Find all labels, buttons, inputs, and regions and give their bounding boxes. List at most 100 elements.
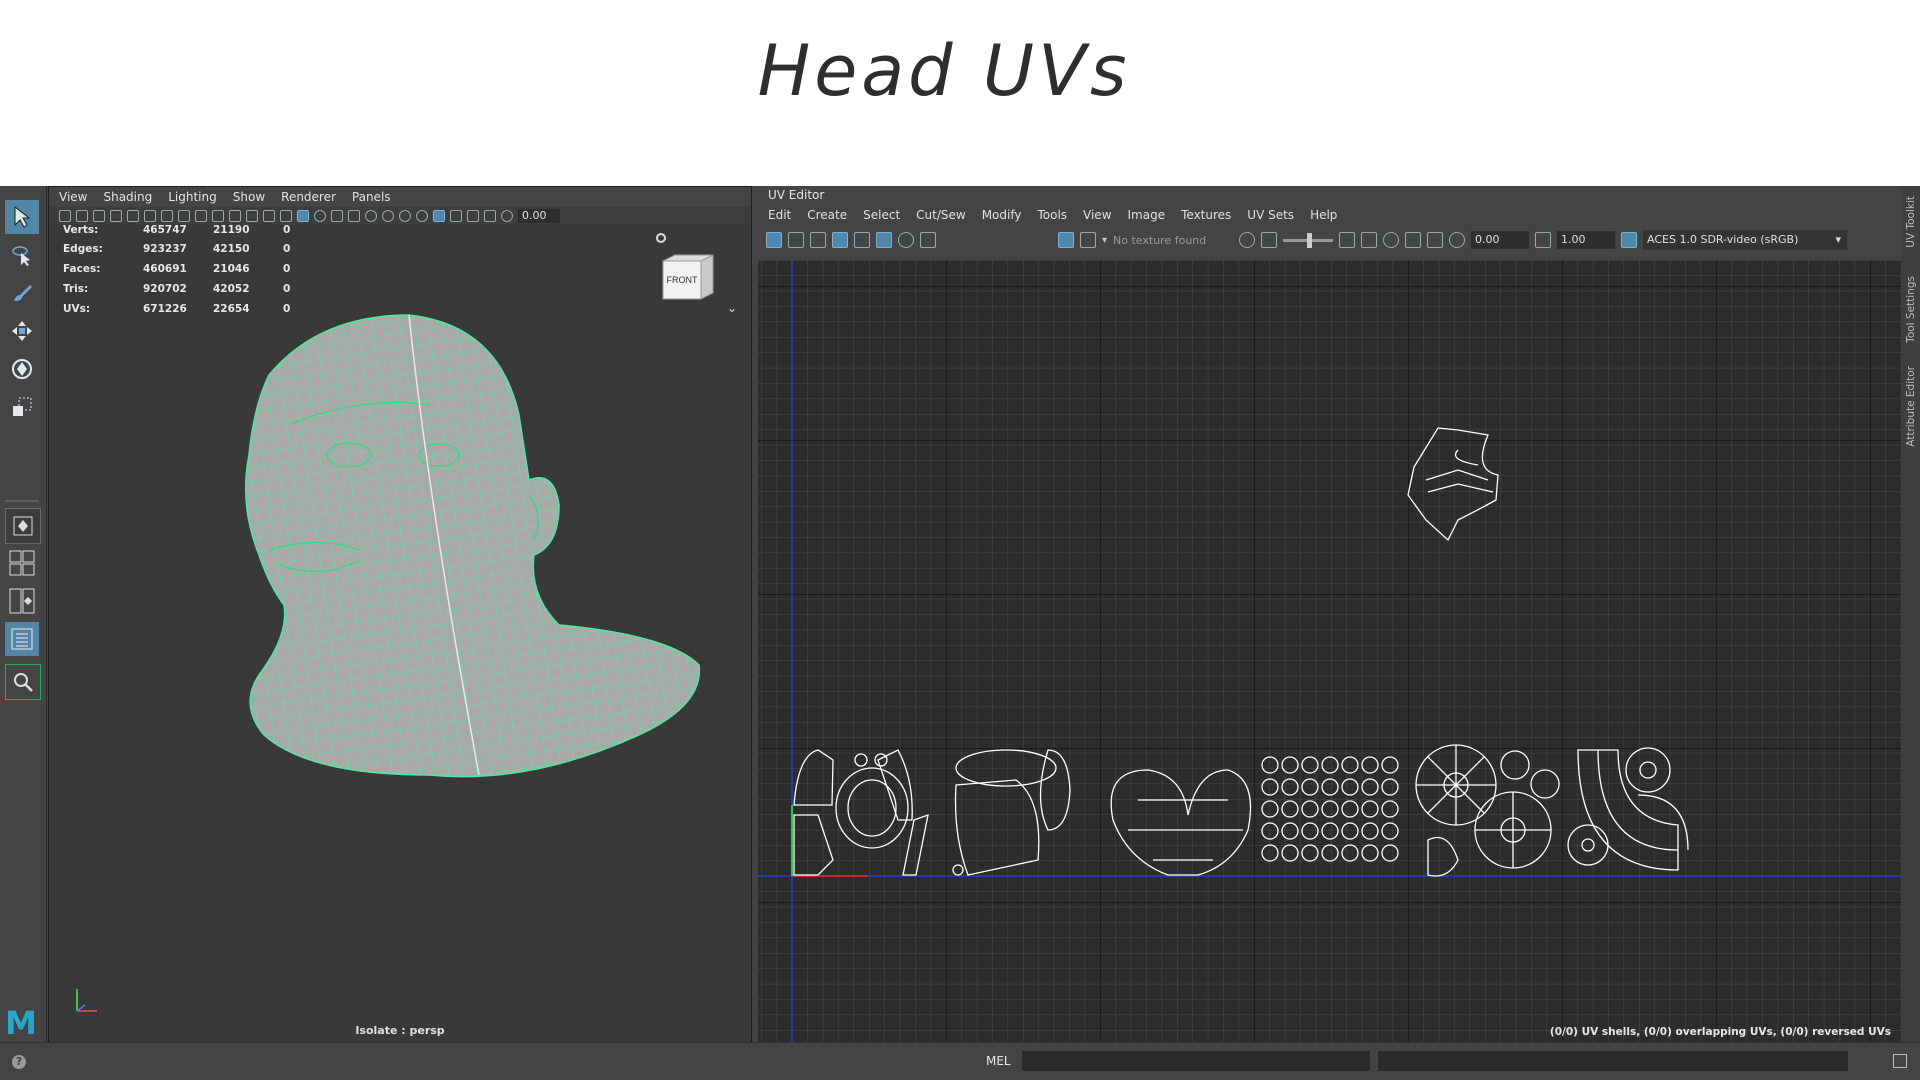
exposure-field[interactable]: 0.00 bbox=[1471, 231, 1530, 249]
exposure-icon[interactable] bbox=[501, 210, 513, 222]
uv-menu-modify[interactable]: Modify bbox=[982, 208, 1022, 222]
menu-lighting[interactable]: Lighting bbox=[168, 190, 217, 204]
tab-uv-toolkit[interactable]: UV Toolkit bbox=[1905, 196, 1917, 248]
gamma-field[interactable]: 1.00 bbox=[1557, 231, 1616, 249]
axis-gizmo-icon bbox=[76, 989, 97, 1012]
xray-joints-icon[interactable] bbox=[467, 210, 479, 222]
menu-show[interactable]: Show bbox=[233, 190, 265, 204]
head-mesh[interactable] bbox=[199, 305, 759, 825]
hud-row-verts: Verts: 465747 21190 0 bbox=[63, 224, 291, 236]
uv-canvas[interactable]: (0/0) UV shells, (0/0) overlapping UVs, … bbox=[758, 260, 1901, 1042]
move-icon[interactable] bbox=[5, 314, 39, 348]
image-display-icon[interactable] bbox=[1058, 232, 1074, 248]
script-editor-icon[interactable] bbox=[1893, 1054, 1907, 1068]
motion-blur-icon[interactable] bbox=[399, 210, 411, 222]
command-input[interactable] bbox=[1022, 1051, 1370, 1071]
backface-culling-icon[interactable] bbox=[484, 210, 496, 222]
exposure-field[interactable]: 0.00 bbox=[518, 209, 560, 223]
command-line: ? MEL bbox=[0, 1042, 1920, 1080]
exposure-icon[interactable] bbox=[1449, 232, 1466, 248]
xray-icon[interactable] bbox=[450, 210, 462, 222]
uv-menu-image[interactable]: Image bbox=[1128, 208, 1166, 222]
lights-icon[interactable] bbox=[348, 210, 360, 222]
uv-menu-edit[interactable]: Edit bbox=[768, 208, 791, 222]
uv-menubar: Edit Create Select Cut/Sew Modify Tools … bbox=[756, 206, 1901, 224]
perspective-viewport[interactable]: Verts: 465747 21190 0 Edges: 923237 42150 0 Fa… bbox=[49, 224, 751, 1043]
fit-uv-icon[interactable] bbox=[1339, 232, 1356, 248]
hud-row-edges: Edges: 923237 42150 0 bbox=[63, 243, 291, 255]
uv-shaded-icon[interactable] bbox=[766, 232, 782, 248]
menu-renderer[interactable]: Renderer bbox=[281, 190, 336, 204]
uv-menu-textures[interactable]: Textures bbox=[1181, 208, 1231, 222]
rotate-icon[interactable] bbox=[5, 352, 39, 386]
hud-row-tris: Tris: 920702 42052 0 bbox=[63, 283, 291, 295]
isolate-select-icon[interactable] bbox=[433, 210, 445, 222]
hud-row-faces: Faces: 460691 21046 0 bbox=[63, 263, 291, 275]
antialiasing-icon[interactable] bbox=[416, 210, 428, 222]
uv-menu-create[interactable]: Create bbox=[807, 208, 847, 222]
tab-attribute-editor[interactable]: Attribute Editor bbox=[1905, 366, 1917, 447]
side-tabs: UV Toolkit Tool Settings Attribute Edito… bbox=[1901, 186, 1920, 1042]
outliner-layout-icon[interactable] bbox=[5, 622, 39, 656]
uv-status-text: (0/0) UV shells, (0/0) overlapping UVs, … bbox=[1549, 1026, 1891, 1038]
perspective-panel: View Shading Lighting Show Renderer Pane… bbox=[48, 186, 752, 1044]
rgb-channel-icon[interactable] bbox=[1239, 232, 1256, 248]
uv-grid-icon[interactable] bbox=[832, 232, 848, 248]
checker-icon[interactable] bbox=[1080, 232, 1096, 248]
uv-menu-cut-sew[interactable]: Cut/Sew bbox=[916, 208, 966, 222]
four-pane-layout-icon[interactable] bbox=[5, 546, 39, 580]
menu-panels[interactable]: Panels bbox=[352, 190, 391, 204]
slide-title: Head UVs bbox=[757, 30, 1131, 112]
uv-refresh-icon[interactable] bbox=[1383, 232, 1400, 248]
lasso-icon[interactable] bbox=[5, 238, 39, 272]
maya-logo-icon: M bbox=[5, 1004, 37, 1042]
uv-texture-borders-icon[interactable] bbox=[810, 232, 826, 248]
uv-pixel-snap-icon[interactable] bbox=[854, 232, 870, 248]
paint-icon[interactable] bbox=[5, 276, 39, 310]
uv-menu-help[interactable]: Help bbox=[1310, 208, 1337, 222]
viewport-menubar: View Shading Lighting Show Renderer Pane… bbox=[49, 187, 751, 207]
gamma-icon[interactable] bbox=[1535, 232, 1552, 248]
image-range-icon[interactable] bbox=[1361, 232, 1378, 248]
textured-icon[interactable] bbox=[331, 210, 343, 222]
uv-menu-uv-sets[interactable]: UV Sets bbox=[1247, 208, 1294, 222]
uv-snapshot-icon[interactable] bbox=[920, 232, 936, 248]
image-dim-slider[interactable] bbox=[1283, 232, 1334, 248]
uv-menu-tools[interactable]: Tools bbox=[1037, 208, 1067, 222]
two-pane-layout-icon[interactable] bbox=[5, 584, 39, 618]
single-pane-layout-icon[interactable] bbox=[5, 508, 41, 544]
uv-menu-select[interactable]: Select bbox=[863, 208, 900, 222]
wireframe-on-shaded-icon[interactable] bbox=[314, 210, 326, 222]
checker-dropdown-icon[interactable]: ▾ bbox=[1102, 235, 1107, 246]
uv-clear-icon[interactable] bbox=[1405, 232, 1422, 248]
uv-toolbar: ▾ No texture found 0.00 1.00 ACES 1.0 SD… bbox=[756, 228, 1901, 252]
psd-icon[interactable] bbox=[1427, 232, 1444, 248]
tab-tool-settings[interactable]: Tool Settings bbox=[1905, 276, 1917, 343]
alpha-channel-icon[interactable] bbox=[1261, 232, 1278, 248]
menu-shading[interactable]: Shading bbox=[103, 190, 152, 204]
toolbox: M bbox=[0, 186, 47, 1042]
uv-editor-title: UV Editor bbox=[768, 188, 825, 202]
menu-view[interactable]: View bbox=[59, 190, 87, 204]
shadows-icon[interactable] bbox=[365, 210, 377, 222]
uv-display-grid-icon[interactable] bbox=[876, 232, 892, 248]
isolate-label: Isolate : persp bbox=[355, 1024, 445, 1037]
maya-window: M View Shading Lighting Show Renderer Pa… bbox=[0, 186, 1920, 1080]
view-transform-select[interactable]: ACES 1.0 SDR-video (sRGB) bbox=[1643, 230, 1848, 250]
uv-editor-panel: UV Editor Edit Create Select Cut/Sew Mod… bbox=[756, 186, 1901, 1042]
viewcube-label: FRONT bbox=[667, 275, 698, 285]
viewcube[interactable]: FRONT bbox=[661, 253, 715, 303]
texture-status: No texture found bbox=[1113, 233, 1207, 247]
uv-grid-svg bbox=[758, 260, 1901, 1042]
ambient-occlusion-icon[interactable] bbox=[382, 210, 394, 222]
search-icon[interactable] bbox=[5, 664, 41, 700]
select-icon[interactable] bbox=[5, 200, 39, 234]
uv-filter-icon[interactable] bbox=[898, 232, 914, 248]
uv-menu-view[interactable]: View bbox=[1083, 208, 1111, 222]
uv-distortion-icon[interactable] bbox=[788, 232, 804, 248]
color-management-icon[interactable] bbox=[1621, 232, 1638, 248]
help-icon[interactable]: ? bbox=[12, 1055, 26, 1069]
camera-pin-icon[interactable] bbox=[656, 233, 666, 243]
command-mode-label[interactable]: MEL bbox=[986, 1054, 1011, 1068]
scale-icon[interactable] bbox=[5, 390, 39, 424]
